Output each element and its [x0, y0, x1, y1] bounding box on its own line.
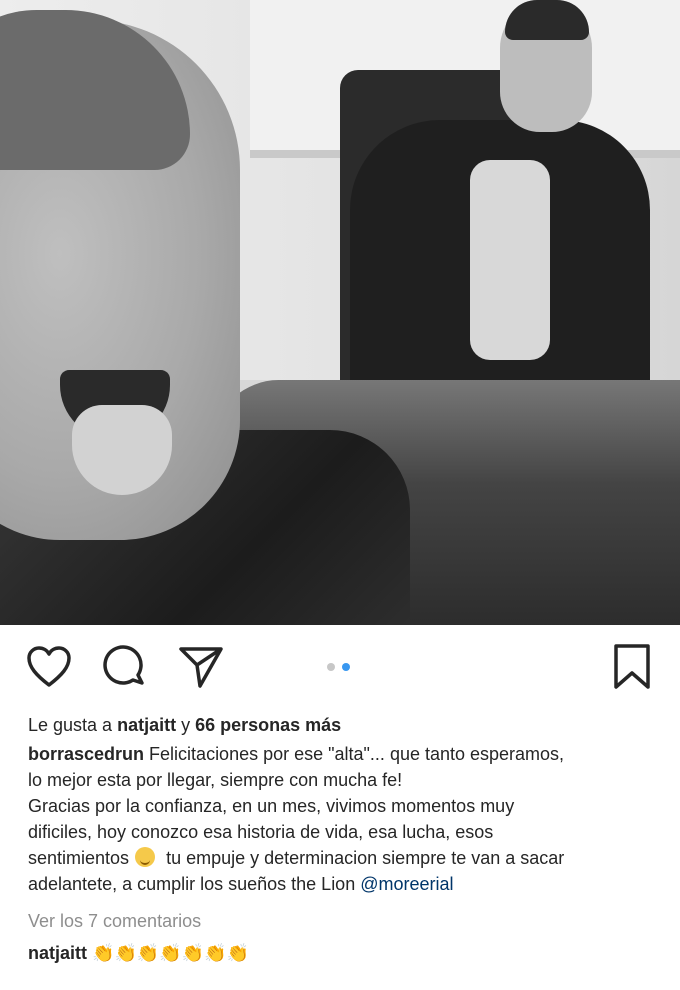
post-photo[interactable] [0, 0, 680, 625]
caption-line-6: adelantete, a cumplir los sueños the Lio… [28, 874, 361, 894]
carousel-dot-1 [327, 663, 335, 671]
mention-link[interactable]: @moreerial [360, 874, 453, 894]
share-icon[interactable] [178, 645, 224, 694]
caption-line-2: lo mejor esta por llegar, siempre con mu… [28, 770, 403, 790]
caption-line-5a: sentimientos [28, 848, 130, 868]
action-bar [0, 625, 680, 711]
caption-line-4: dificiles, hoy conozco esa historia de v… [28, 822, 494, 842]
view-comments-link[interactable]: Ver los 7 comentarios [28, 909, 652, 933]
caption-line-3: Gracias por la confianza, en un mes, viv… [28, 796, 515, 816]
comment-username[interactable]: natjaitt [28, 943, 87, 963]
caption: borrascedrun Felicitaciones por ese "alt… [28, 741, 652, 897]
caption-line-5b: tu empuje y determinacion siempre te van… [161, 848, 565, 868]
likes-others-link[interactable]: 66 personas más [195, 715, 341, 735]
post-text: Le gusta a natjaitt y 66 personas más bo… [0, 713, 680, 965]
comment-text: 👏👏👏👏👏👏👏 [92, 943, 249, 963]
caption-username[interactable]: borrascedrun [28, 744, 144, 764]
carousel-dot-2 [342, 663, 350, 671]
photo-man-shirt [470, 160, 550, 360]
likes-user-link[interactable]: natjaitt [117, 715, 176, 735]
likes-prefix: Le gusta a [28, 715, 118, 735]
caption-line-1: Felicitaciones por ese "alta"... que tan… [144, 744, 565, 764]
comment-icon[interactable] [103, 645, 147, 694]
bookmark-icon[interactable] [612, 643, 652, 696]
smiling-face-emoji-icon [135, 847, 156, 867]
heart-icon[interactable] [26, 645, 72, 694]
likes-line: Le gusta a natjaitt y 66 personas más [28, 713, 652, 737]
photo-man-hair [505, 0, 589, 40]
likes-middle: y [176, 715, 196, 735]
comment-item: natjaitt 👏👏👏👏👏👏👏 [28, 941, 652, 965]
